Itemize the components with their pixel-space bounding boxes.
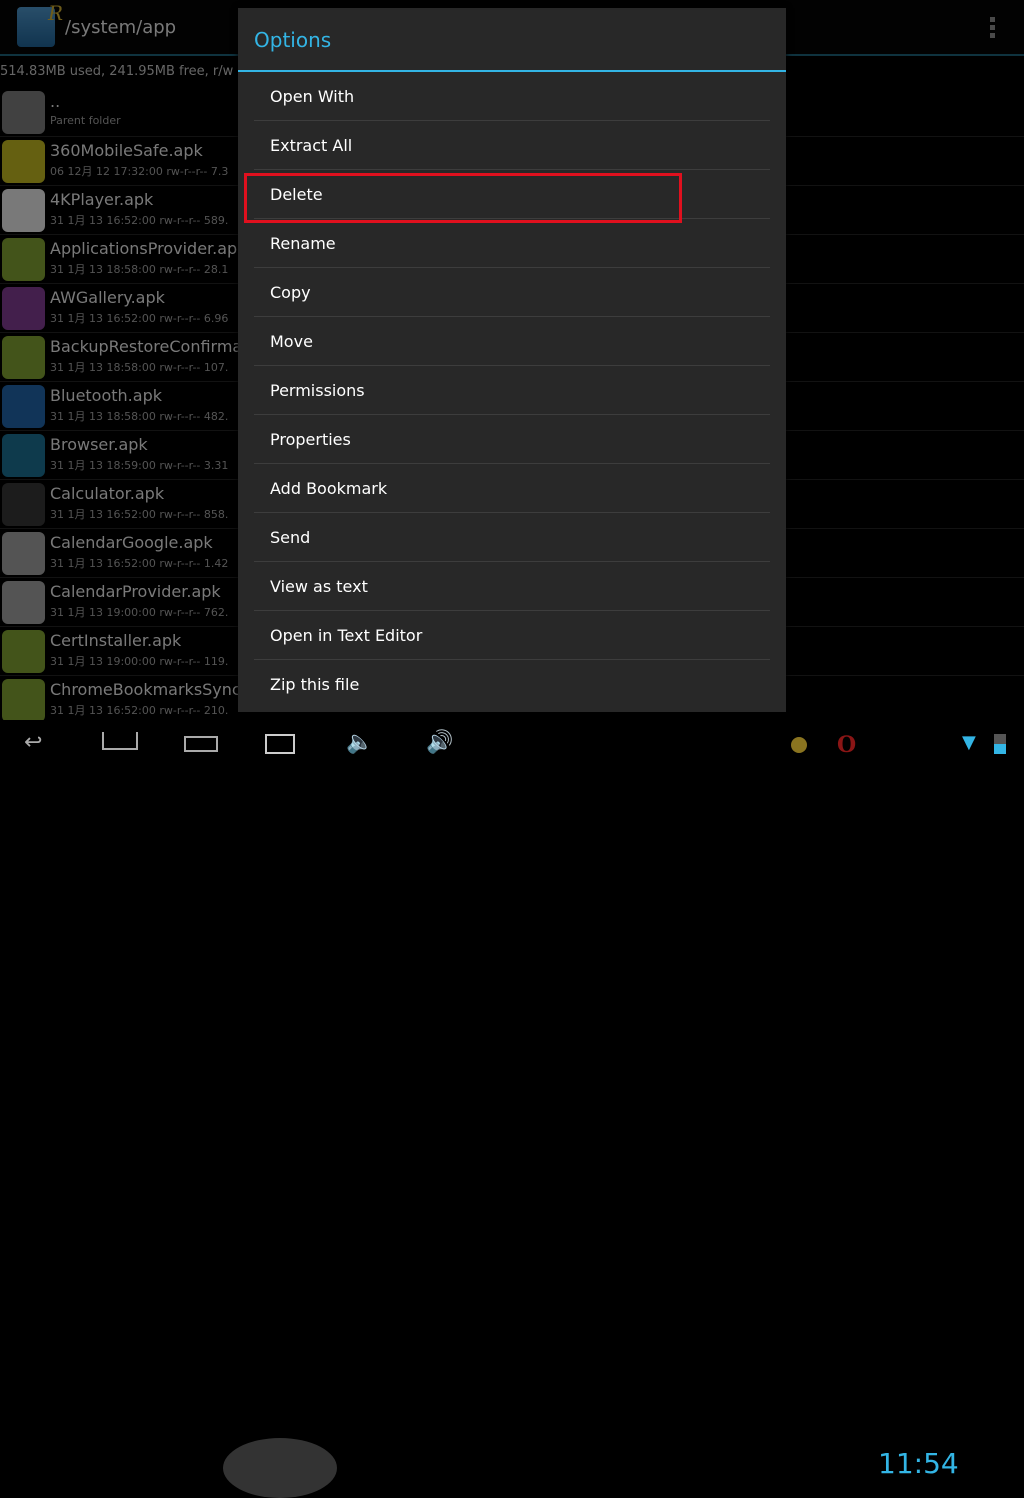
delete-highlight-box	[244, 173, 682, 223]
360-icon	[2, 140, 45, 183]
file-meta: 31 1月 13 16:52:00 rw-r--r-- 6.96	[50, 312, 229, 325]
file-name: 360MobileSafe.apk	[50, 141, 203, 160]
file-meta: 31 1月 13 16:52:00 rw-r--r-- 1.42	[50, 557, 229, 570]
file-name: 4KPlayer.apk	[50, 190, 154, 209]
folder-icon	[2, 91, 45, 134]
root-explorer-logo[interactable]: R	[17, 1, 63, 47]
storage-usage: 514.83MB used, 241.95MB free, r/w	[0, 64, 234, 79]
volume-up-icon[interactable]: 🔊	[426, 730, 453, 755]
file-name: Bluetooth.apk	[50, 386, 162, 405]
file-name: Calculator.apk	[50, 484, 165, 503]
menu-item-send[interactable]: Send	[254, 513, 770, 562]
android-icon	[2, 336, 45, 379]
overflow-menu-icon[interactable]	[990, 17, 996, 38]
options-dialog: Options Open With Extract All Delete Rename…	[238, 8, 786, 712]
notification-icon[interactable]	[791, 737, 807, 753]
file-name: CalendarProvider.apk	[50, 582, 221, 601]
4k-icon	[2, 189, 45, 232]
volume-down-icon[interactable]: 🔈	[346, 730, 373, 755]
menu-item-add-bookmark[interactable]: Add Bookmark	[254, 464, 770, 513]
file-meta: 31 1月 13 16:52:00 rw-r--r-- 858.	[50, 508, 229, 521]
menu-item-rename[interactable]: Rename	[254, 219, 770, 268]
android-icon	[2, 630, 45, 673]
recent-apps-icon[interactable]	[184, 736, 218, 752]
clock: 11:54	[878, 1447, 959, 1480]
navigation-bar: ↩ 🔈 🔊 O 11:54 ▼	[0, 720, 1024, 1498]
screenshot-icon[interactable]	[265, 734, 295, 754]
home-icon[interactable]	[102, 732, 138, 750]
file-name: ApplicationsProvider.apk	[50, 239, 247, 258]
file-name: BackupRestoreConfirmat	[50, 337, 249, 356]
globe-icon	[2, 434, 45, 477]
logo-letter: R	[47, 1, 63, 25]
dialog-title: Options	[238, 8, 786, 72]
menu-item-view-as-text[interactable]: View as text	[254, 562, 770, 611]
calculator-icon	[2, 483, 45, 526]
wifi-icon: ▼	[962, 732, 976, 753]
file-name: Browser.apk	[50, 435, 148, 454]
file-meta: 31 1月 13 18:59:00 rw-r--r-- 3.31	[50, 459, 229, 472]
menu-item-extract-all[interactable]: Extract All	[254, 121, 770, 170]
current-path: /system/app	[65, 17, 177, 38]
file-meta: 31 1月 13 18:58:00 rw-r--r-- 107.	[50, 361, 229, 374]
back-icon[interactable]: ↩	[24, 730, 42, 755]
screenshot-button-bg	[223, 1438, 337, 1498]
menu-item-open-with[interactable]: Open With	[254, 72, 770, 121]
android-icon	[2, 679, 45, 722]
bluetooth-icon	[2, 385, 45, 428]
calendar-icon	[2, 532, 45, 575]
opera-icon[interactable]: O	[837, 732, 856, 758]
file-name: ChromeBookmarksSyncA	[50, 680, 252, 699]
file-name: AWGallery.apk	[50, 288, 165, 307]
file-name: CalendarGoogle.apk	[50, 533, 213, 552]
menu-item-copy[interactable]: Copy	[254, 268, 770, 317]
menu-item-permissions[interactable]: Permissions	[254, 366, 770, 415]
gallery-icon	[2, 287, 45, 330]
menu-item-move[interactable]: Move	[254, 317, 770, 366]
file-meta: 06 12月 12 17:32:00 rw-r--r-- 7.3	[50, 165, 229, 178]
file-meta: 31 1月 13 16:52:00 rw-r--r-- 589.	[50, 214, 229, 227]
file-meta: 31 1月 13 16:52:00 rw-r--r-- 210.	[50, 704, 229, 717]
menu-item-zip-this-file[interactable]: Zip this file	[254, 660, 770, 709]
file-meta: Parent folder	[50, 114, 121, 127]
file-name: ..	[50, 92, 61, 111]
menu-item-properties[interactable]: Properties	[254, 415, 770, 464]
menu-item-open-in-text-editor[interactable]: Open in Text Editor	[254, 611, 770, 660]
battery-icon	[994, 734, 1006, 754]
file-meta: 31 1月 13 18:58:00 rw-r--r-- 28.1	[50, 263, 229, 276]
file-meta: 31 1月 13 18:58:00 rw-r--r-- 482.	[50, 410, 229, 423]
file-meta: 31 1月 13 19:00:00 rw-r--r-- 119.	[50, 655, 229, 668]
file-meta: 31 1月 13 19:00:00 rw-r--r-- 762.	[50, 606, 229, 619]
file-name: CertInstaller.apk	[50, 631, 182, 650]
android-icon	[2, 238, 45, 281]
calendar-icon	[2, 581, 45, 624]
